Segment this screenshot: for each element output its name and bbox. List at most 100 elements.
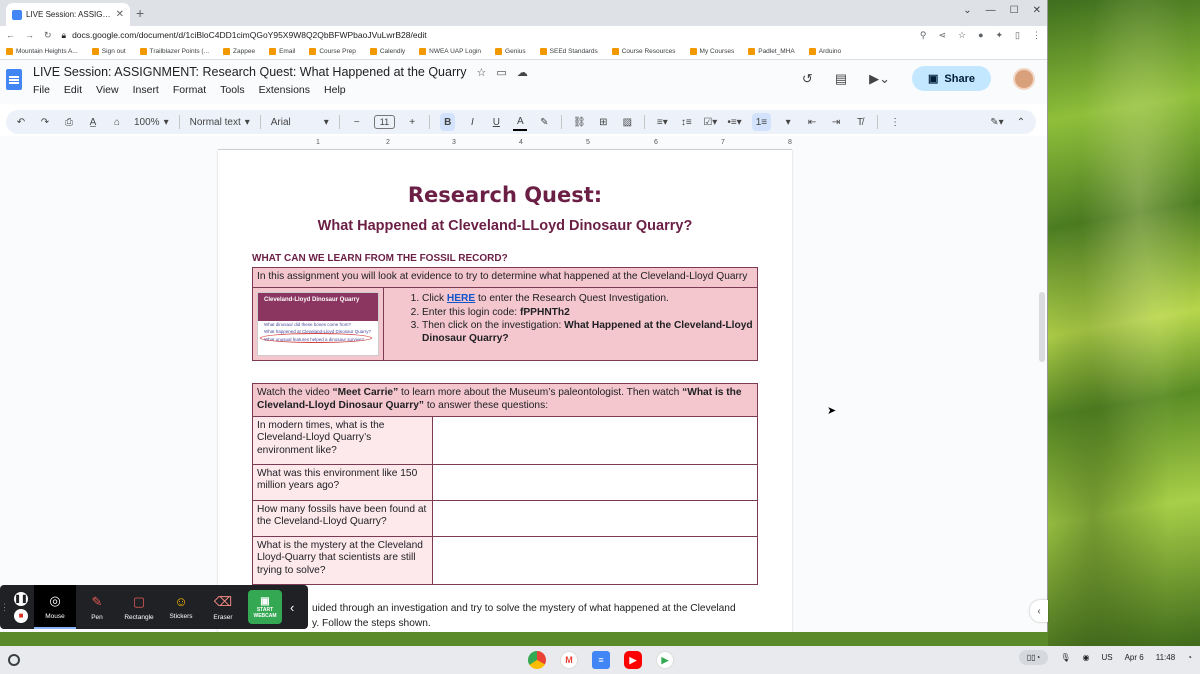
document-canvas[interactable]: 1 2 3 4 5 6 7 8 Research Quest: What Hap… bbox=[0, 136, 1047, 632]
stop-icon[interactable]: ■ bbox=[14, 608, 28, 623]
question-cell[interactable]: How many fossils have been found at the … bbox=[252, 499, 433, 537]
vertical-scrollbar[interactable] bbox=[1039, 292, 1045, 362]
font-size-input[interactable]: 11 bbox=[373, 115, 396, 129]
clear-formatting-icon[interactable]: T̸ bbox=[853, 113, 867, 131]
redo-icon[interactable]: ↷ bbox=[38, 113, 52, 131]
decrease-font-size-icon[interactable]: − bbox=[350, 113, 364, 131]
avatar[interactable] bbox=[1013, 67, 1035, 90]
meet-icon[interactable]: ▶︎⌄ bbox=[869, 71, 890, 87]
bookmark-item[interactable]: SEEd Standards bbox=[539, 48, 598, 55]
increase-font-size-icon[interactable]: + bbox=[405, 113, 419, 131]
document-page[interactable]: Research Quest: What Happened at Clevela… bbox=[218, 150, 792, 632]
steps-cell[interactable]: Click HERE to enter the Research Quest I… bbox=[383, 286, 758, 361]
close-window-icon[interactable]: ✕ bbox=[1033, 5, 1041, 16]
tool-eraser[interactable]: ⌫ Eraser bbox=[202, 585, 244, 629]
align-icon[interactable]: ≡▾ bbox=[655, 113, 669, 131]
bookmark-star-icon[interactable]: ☆ bbox=[958, 30, 966, 41]
share-page-icon[interactable]: ⋖ bbox=[938, 30, 946, 41]
question-cell[interactable]: What was this environment like 150 milli… bbox=[252, 463, 433, 501]
zoom-icon[interactable]: ⚲ bbox=[920, 30, 927, 41]
highlight-icon[interactable]: ✎ bbox=[537, 113, 551, 131]
bookmark-item[interactable]: Genius bbox=[495, 48, 526, 55]
tool-rectangle[interactable]: ▢ Rectangle bbox=[118, 585, 160, 629]
close-tab-icon[interactable]: ✕ bbox=[116, 9, 124, 20]
print-icon[interactable]: ⎙ bbox=[62, 113, 76, 131]
show-side-panel-icon[interactable]: ‹ bbox=[1030, 600, 1048, 622]
puzzle-icon[interactable]: ✦ bbox=[996, 30, 1004, 41]
horizontal-ruler[interactable]: 1 2 3 4 5 6 7 8 bbox=[218, 138, 792, 150]
tab-search-icon[interactable]: ⌄ bbox=[963, 5, 971, 16]
editing-mode-icon[interactable]: ✎▾ bbox=[990, 113, 1004, 131]
address-bar[interactable]: 🔒︎ docs.google.com/document/d/1ciBloC4DD… bbox=[62, 30, 910, 41]
answer-cell[interactable] bbox=[432, 415, 758, 465]
forward-icon[interactable]: → bbox=[25, 30, 34, 40]
bookmark-item[interactable]: NWEA UAP Login bbox=[419, 48, 481, 55]
drag-handle-icon[interactable]: ⋮ bbox=[0, 602, 9, 613]
body-paragraph[interactable]: uided through an investigation and try t… bbox=[312, 602, 762, 632]
version-history-icon[interactable]: ↺ bbox=[802, 71, 813, 87]
tool-stickers[interactable]: ☺ Stickers bbox=[160, 585, 202, 629]
document-title[interactable]: LIVE Session: ASSIGNMENT: Research Quest… bbox=[33, 65, 467, 79]
bookmark-item[interactable]: My Courses bbox=[689, 48, 734, 55]
link-icon[interactable]: ⛓ bbox=[572, 113, 586, 131]
undo-icon[interactable]: ↶ bbox=[14, 113, 28, 131]
collapse-toolbar-icon[interactable]: ‹ bbox=[290, 600, 294, 615]
bookmark-item[interactable]: Mountain Heights A... bbox=[6, 48, 78, 55]
holding-space-icon[interactable]: ▯▯◔ bbox=[1018, 650, 1049, 665]
answer-cell[interactable] bbox=[432, 463, 758, 501]
move-folder-icon[interactable]: ▭ bbox=[496, 66, 506, 79]
star-icon[interactable]: ☆ bbox=[477, 66, 487, 79]
thumbnail-cell[interactable]: Cleveland-Lloyd Dinosaur Quarry What din… bbox=[252, 286, 384, 361]
add-comment-icon[interactable]: ⊞ bbox=[596, 113, 610, 131]
collapse-menus-icon[interactable]: ⌃ bbox=[1014, 113, 1028, 131]
bookmark-item[interactable]: Arduino bbox=[808, 48, 841, 55]
microphone-icon[interactable]: 🎙︎ bbox=[1060, 653, 1070, 662]
comments-icon[interactable]: ▤ bbox=[835, 71, 847, 87]
numbered-list-icon[interactable]: 1≡ bbox=[751, 113, 772, 131]
menu-help[interactable]: Help bbox=[324, 84, 346, 96]
browser-menu-icon[interactable]: ⋮ bbox=[1032, 30, 1041, 41]
zoom-select[interactable]: 100% ▾ bbox=[134, 117, 169, 128]
cloud-saved-icon[interactable]: ☁ bbox=[517, 66, 528, 79]
docs-app-icon[interactable]: ≡ bbox=[592, 651, 610, 669]
table-header-cell[interactable]: Watch the video “Meet Carrie” to learn m… bbox=[252, 383, 758, 417]
more-icon[interactable]: ⋮ bbox=[888, 113, 902, 131]
bookmark-item[interactable]: Sign out bbox=[91, 48, 126, 55]
clock[interactable]: 11:48 bbox=[1156, 653, 1175, 662]
bulleted-list-icon[interactable]: •≡▾ bbox=[727, 113, 741, 131]
menu-file[interactable]: File bbox=[33, 84, 50, 96]
italic-icon[interactable]: I bbox=[465, 113, 479, 131]
underline-icon[interactable]: U bbox=[489, 113, 503, 131]
menu-edit[interactable]: Edit bbox=[64, 84, 82, 96]
tool-pen[interactable]: ✎ Pen bbox=[76, 585, 118, 629]
minimize-icon[interactable]: — bbox=[986, 5, 996, 16]
decrease-indent-icon[interactable]: ⇤ bbox=[805, 113, 819, 131]
bookmark-item[interactable]: Course Resources bbox=[611, 48, 676, 55]
style-select[interactable]: Normal text ▾ bbox=[190, 117, 250, 128]
wifi-icon[interactable]: ◔ bbox=[1187, 653, 1192, 662]
share-button[interactable]: ▣ Share bbox=[912, 66, 991, 91]
here-link[interactable]: HERE bbox=[447, 293, 475, 304]
tool-mouse[interactable]: ◎ Mouse bbox=[34, 585, 76, 629]
chrome-icon[interactable] bbox=[528, 651, 546, 669]
paint-format-icon[interactable]: ⌂ bbox=[110, 113, 124, 131]
start-webcam-button[interactable]: ▣ START WEBCAM bbox=[248, 590, 282, 624]
text-color-icon[interactable]: A bbox=[513, 113, 528, 131]
reload-icon[interactable]: ↻ bbox=[44, 30, 52, 41]
bookmark-item[interactable]: Course Prep bbox=[309, 48, 356, 55]
increase-indent-icon[interactable]: ⇥ bbox=[829, 113, 843, 131]
youtube-icon[interactable]: ▶ bbox=[624, 651, 642, 669]
menu-insert[interactable]: Insert bbox=[133, 84, 159, 96]
bookmark-item[interactable]: Zappee bbox=[223, 48, 255, 55]
screen-record-icon[interactable]: ◉ bbox=[1082, 653, 1089, 662]
new-tab-icon[interactable]: + bbox=[136, 5, 144, 21]
bookmark-item[interactable]: Calendly bbox=[369, 48, 405, 55]
pause-icon[interactable]: ❚❚ bbox=[14, 591, 28, 606]
gmail-icon[interactable]: M bbox=[560, 651, 578, 669]
line-spacing-icon[interactable]: ↕≡ bbox=[679, 113, 693, 131]
font-select[interactable]: Arial ▾ bbox=[271, 117, 329, 128]
table-header-cell[interactable]: In this assignment you will look at evid… bbox=[252, 267, 758, 288]
checklist-icon[interactable]: ☑▾ bbox=[703, 113, 717, 131]
caret-down-icon[interactable]: ▾ bbox=[781, 113, 795, 131]
bookmark-item[interactable]: Trailblazer Points (... bbox=[139, 48, 209, 55]
